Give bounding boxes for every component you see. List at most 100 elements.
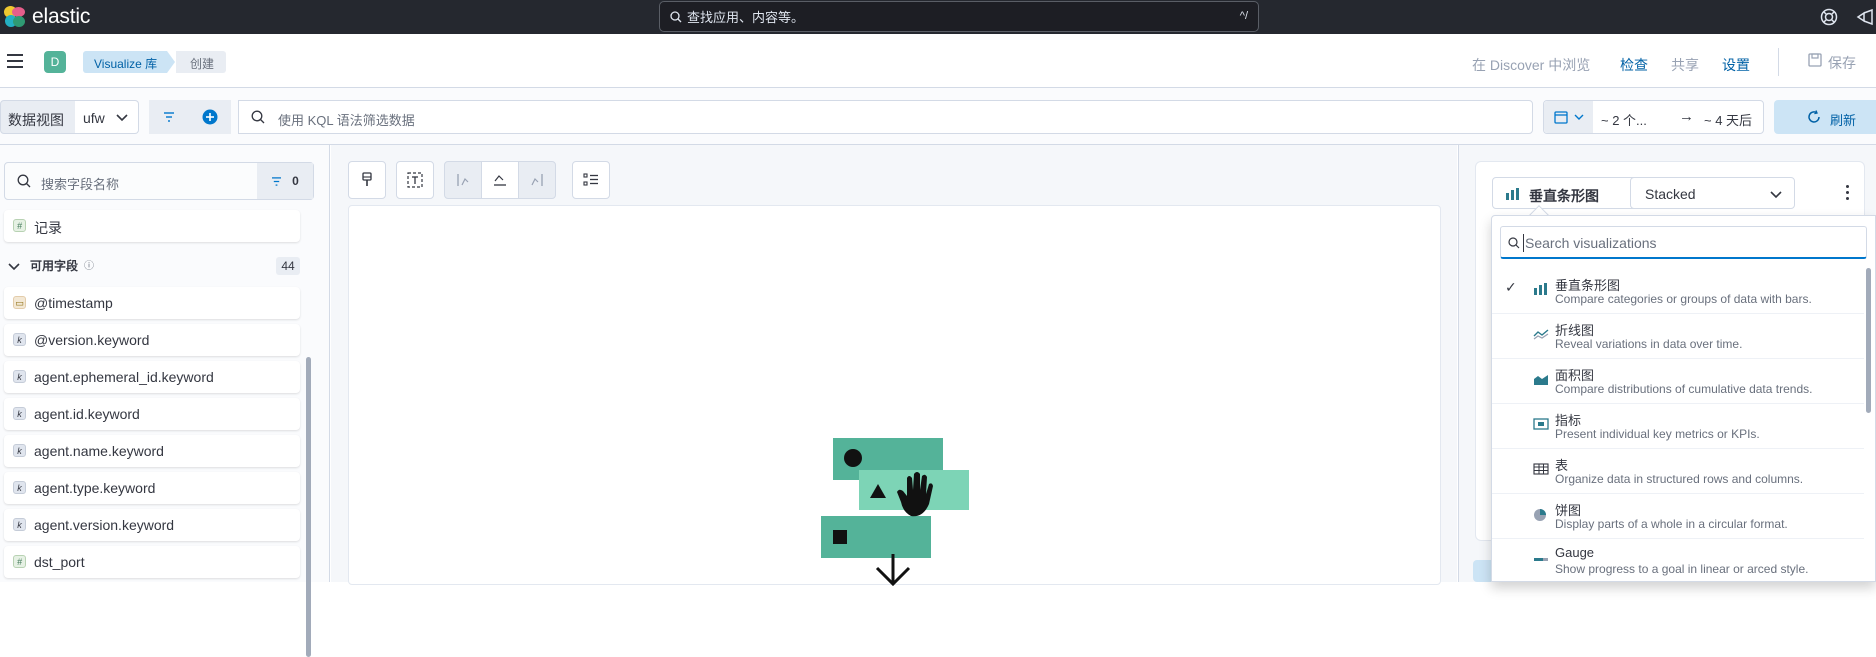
field-search-placeholder: 搜索字段名称 (41, 177, 120, 192)
viz-option-metric[interactable]: 指标 Present individual key metrics or KPI… (1492, 404, 1864, 449)
field-name: dst_port (34, 554, 85, 570)
viz-option-pie[interactable]: 饼图 Display parts of a whole in a circula… (1492, 494, 1864, 539)
keyword-type-icon: k (13, 370, 26, 383)
bottom-axis-icon (494, 175, 506, 186)
field-name: agent.id.keyword (34, 406, 140, 422)
search-icon (670, 10, 682, 22)
field-filter-button[interactable]: 0 (257, 163, 313, 199)
save-button[interactable]: 保存 (1808, 46, 1856, 74)
filter-count: 0 (292, 174, 299, 188)
field-records[interactable]: # 记录 (4, 210, 300, 242)
keyword-type-icon: k (13, 407, 26, 420)
area-chart-icon (1534, 375, 1548, 385)
field-name: @timestamp (34, 295, 113, 311)
refresh-button[interactable]: 刷新 (1774, 100, 1876, 134)
elastic-logo[interactable]: elastic (4, 5, 90, 29)
search-icon (1508, 237, 1520, 249)
plus-circle-icon (202, 109, 218, 125)
chevron-down-icon (1770, 191, 1782, 199)
stack-mode-select[interactable]: Stacked (1630, 177, 1795, 209)
legend-options-button[interactable] (572, 161, 610, 199)
field-name: agent.version.keyword (34, 517, 175, 533)
global-header: elastic 查找应用、内容等。 ^/ (0, 0, 1876, 34)
field-item[interactable]: k @version.keyword (4, 324, 300, 356)
number-type-icon: # (13, 555, 26, 568)
calendar-icon (1553, 111, 1568, 124)
time-start[interactable]: ~ 2 个... (1601, 110, 1647, 129)
visual-options-button[interactable] (348, 161, 386, 199)
header-divider (1778, 48, 1779, 76)
field-item[interactable]: # dst_port (4, 546, 300, 578)
number-type-icon: # (13, 219, 26, 232)
chevron-down-icon (1574, 114, 1583, 120)
viz-option-bar-vertical[interactable]: ✓ 垂直条形图 Compare categories or groups of … (1492, 269, 1864, 314)
date-type-icon: ▭ (13, 296, 26, 309)
elastic-logo-icon (4, 6, 26, 28)
help-icon[interactable] (1820, 8, 1838, 29)
menu-icon[interactable] (7, 54, 23, 72)
text-cursor (1523, 234, 1524, 252)
inspect-link[interactable]: 检查 (1620, 55, 1648, 75)
time-picker[interactable]: ~ 2 个... → ~ 4 天后 (1543, 100, 1764, 134)
available-fields-label[interactable]: 可用字段 (30, 257, 78, 274)
quick-select-button[interactable] (1544, 101, 1593, 133)
data-view-select[interactable]: ufw (75, 100, 139, 134)
save-label: 保存 (1828, 55, 1856, 71)
visualization-search-placeholder: Search visualizations (1525, 235, 1657, 251)
field-item[interactable]: k agent.name.keyword (4, 435, 300, 467)
brush-icon (362, 172, 372, 186)
viz-option-gauge[interactable]: Gauge Show progress to a goal in linear … (1492, 539, 1864, 584)
field-records-label: 记录 (34, 220, 62, 236)
viz-option-desc: Compare categories or groups of data wit… (1555, 292, 1812, 306)
keyword-type-icon: k (13, 518, 26, 531)
field-item[interactable]: k agent.version.keyword (4, 509, 300, 541)
viz-option-desc: Show progress to a goal in linear or arc… (1555, 562, 1809, 576)
field-item[interactable]: k agent.type.keyword (4, 472, 300, 504)
breadcrumb-visualize-library[interactable]: Visualize 库 (83, 51, 176, 73)
text-box-icon (407, 172, 423, 188)
refresh-label: 刷新 (1830, 113, 1857, 128)
more-options-icon[interactable] (1846, 185, 1850, 203)
right-axis-button[interactable] (518, 161, 556, 199)
bottom-axis-button[interactable] (481, 161, 519, 199)
field-search-input[interactable]: 搜索字段名称 0 (4, 162, 314, 200)
viz-option-line[interactable]: 折线图 Reveal variations in data over time. (1492, 314, 1864, 359)
stack-mode-value: Stacked (1645, 186, 1696, 202)
field-item[interactable]: ▭ @timestamp (4, 287, 300, 319)
bar-vertical-icon (1506, 188, 1519, 200)
field-list-panel: 搜索字段名称 0 # 记录 可用字段 ⓘ 44 ▭ @timestamp k @ve… (0, 145, 330, 657)
global-search-input[interactable]: 查找应用、内容等。 ^/ (659, 1, 1259, 32)
filter-menu-button[interactable] (149, 100, 189, 134)
space-avatar[interactable]: D (44, 51, 66, 73)
left-axis-button[interactable] (444, 161, 482, 199)
labels-options-button[interactable] (396, 161, 434, 199)
save-icon (1808, 53, 1822, 67)
share-link[interactable]: 共享 (1671, 55, 1699, 75)
viz-option-area[interactable]: 面积图 Compare distributions of cumulative … (1492, 359, 1864, 404)
search-icon (17, 174, 31, 188)
gauge-icon (1534, 558, 1548, 561)
visualization-search-input[interactable]: Search visualizations (1500, 226, 1867, 259)
time-end[interactable]: ~ 4 天后 (1704, 110, 1752, 129)
add-filter-button[interactable] (189, 100, 231, 134)
newsfeed-icon[interactable] (1856, 8, 1876, 29)
left-axis-icon (457, 174, 469, 186)
explore-in-discover-link[interactable]: 在 Discover 中浏览 (1472, 55, 1590, 75)
viz-option-desc: Organize data in structured rows and col… (1555, 472, 1804, 486)
chart-canvas[interactable] (348, 205, 1441, 586)
field-item[interactable]: k agent.id.keyword (4, 398, 300, 430)
kql-query-input[interactable]: 使用 KQL 语法筛选数据 (238, 100, 1533, 134)
field-list-scrollbar[interactable] (306, 357, 311, 657)
visualization-type-popover: Search visualizations ✓ 垂直条形图 Compare ca… (1491, 215, 1876, 582)
table-icon (1533, 463, 1549, 475)
field-name: agent.type.keyword (34, 480, 156, 496)
popover-scrollbar[interactable] (1866, 268, 1871, 413)
info-icon: ⓘ (84, 261, 94, 272)
keyword-type-icon: k (13, 444, 26, 457)
viz-option-table[interactable]: 表 Organize data in structured rows and c… (1492, 449, 1864, 494)
field-item[interactable]: k agent.ephemeral_id.keyword (4, 361, 300, 393)
chevron-down-icon[interactable] (8, 263, 20, 271)
settings-link[interactable]: 设置 (1722, 55, 1750, 75)
line-chart-icon (1533, 329, 1549, 340)
chevron-down-icon (116, 114, 128, 122)
